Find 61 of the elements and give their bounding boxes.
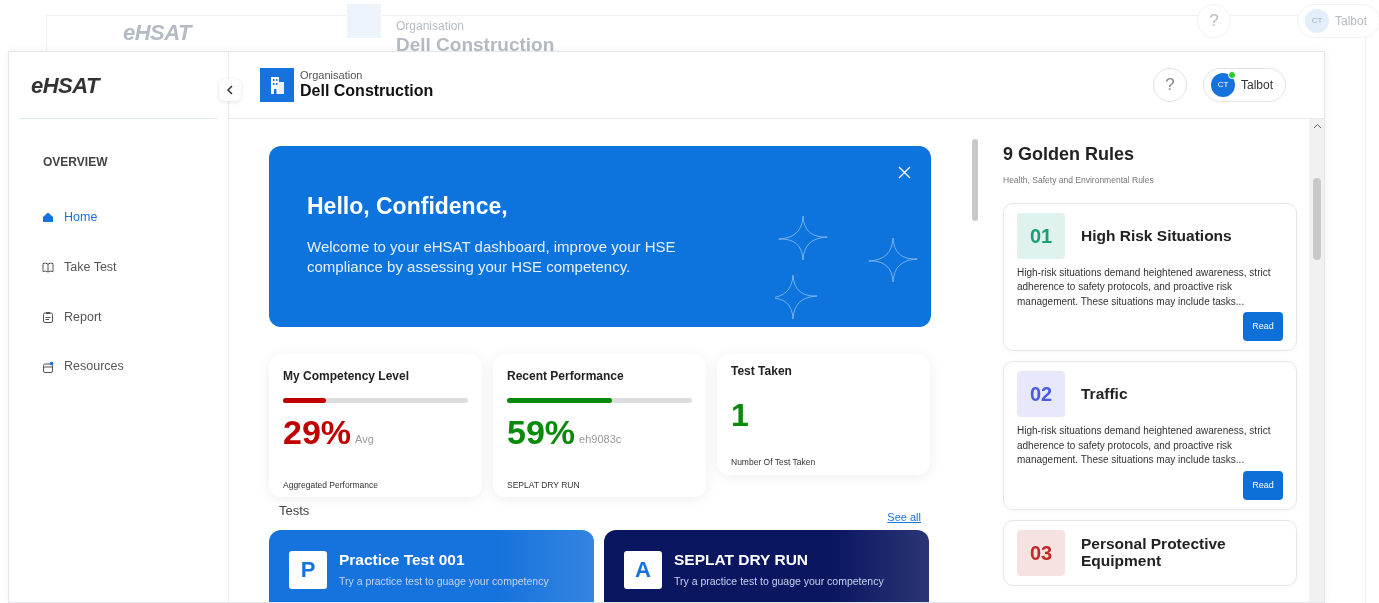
card-title: Test Taken [731, 363, 793, 380]
collapse-button[interactable] [219, 79, 241, 101]
rule-title: Personal Protective Equipment [1081, 536, 1227, 569]
count-value: 1 [731, 399, 750, 431]
percentage-value: 59% [507, 415, 576, 449]
rule-number: 01 [1017, 212, 1065, 259]
see-all-link[interactable]: See all [887, 509, 921, 526]
card-title: My Competency Level [283, 368, 411, 385]
nav-item[interactable]: Resources [42, 357, 124, 376]
organisation-name: Dell Construction [396, 33, 555, 57]
banner-message: Welcome to your eHSAT dashboard, improve your HSE compliance by assessing your HSE competency. [307, 236, 677, 277]
rule-title: High Risk Situations [1081, 227, 1232, 244]
clipboard-icon [42, 310, 54, 323]
app-logo: eHSAT [123, 19, 191, 47]
app-logo: eHSAT [31, 71, 99, 100]
test-card[interactable]: P Practice Test 001 Try a practice test to guage your competency [269, 529, 594, 602]
banner-title: Hello, Confidence, [307, 193, 509, 221]
user-menu[interactable]: CT Talbot [1202, 68, 1286, 102]
panel-title: 9 Golden Rules [1003, 143, 1136, 166]
section-heading: Tests [279, 502, 310, 520]
close-button[interactable] [898, 166, 911, 179]
card-title: Recent Performance [507, 368, 625, 385]
card-caption: Number Of Test Taken [731, 456, 817, 469]
test-name: SEPLAT DRY RUN [674, 550, 810, 568]
user-avatar: CT [1210, 73, 1235, 97]
chevron-left-icon [226, 85, 234, 95]
test-description: Try a practice test to guage your competency [339, 573, 549, 589]
card-caption: Aggregated Performance [283, 479, 379, 492]
test-name: Practice Test 001 [339, 550, 466, 568]
test-letter: A [624, 550, 662, 589]
rule-description: High-risk situations demand heightened awareness, strict adherence to safety protocols, and proactive risk management. These situations may include tasks... [1017, 265, 1272, 309]
organisation-label: Organisation [396, 18, 465, 35]
test-letter: P [289, 550, 327, 589]
organisation-label: Organisation [300, 69, 364, 82]
read-button[interactable]: Read [1243, 312, 1283, 342]
home-icon [42, 211, 54, 224]
value-suffix: eh9083c [579, 431, 622, 447]
percentage-value: 29% [283, 415, 352, 449]
value-suffix: Avg [355, 431, 374, 447]
rule-number: 02 [1017, 371, 1065, 418]
user-name: Talbot [1240, 77, 1273, 94]
nav-item[interactable]: Report [42, 307, 102, 327]
scrollbar-thumb[interactable] [972, 139, 978, 221]
read-button[interactable]: Read [1243, 470, 1283, 500]
nav-item[interactable]: Home [42, 208, 98, 227]
card-caption: SEPLAT DRY RUN [507, 479, 581, 492]
user-name: Talbot [1335, 13, 1368, 30]
panel-subtitle: Health, Safety and Environmental Rules [1003, 174, 1155, 187]
organisation-name: Dell Construction [300, 81, 434, 101]
section-heading: OVERVIEW [43, 154, 109, 171]
test-card[interactable]: A SEPLAT DRY RUN Try a practice test to guage your competency [604, 529, 929, 602]
book-icon [42, 261, 54, 274]
rule-number: 03 [1017, 529, 1065, 576]
scrollbar-thumb[interactable] [1313, 178, 1321, 260]
folder-icon [42, 360, 54, 373]
scrollbar[interactable] [1309, 119, 1324, 602]
rule-title: Traffic [1081, 386, 1128, 403]
nav-item[interactable]: Take Test [42, 257, 117, 277]
help-button[interactable]: ? [1152, 68, 1187, 102]
test-description: Try a practice test to guage your competency [674, 573, 884, 589]
rule-description: High-risk situations demand heightened awareness, strict adherence to safety protocols, and proactive risk management. These situations may include tasks... [1017, 424, 1272, 468]
